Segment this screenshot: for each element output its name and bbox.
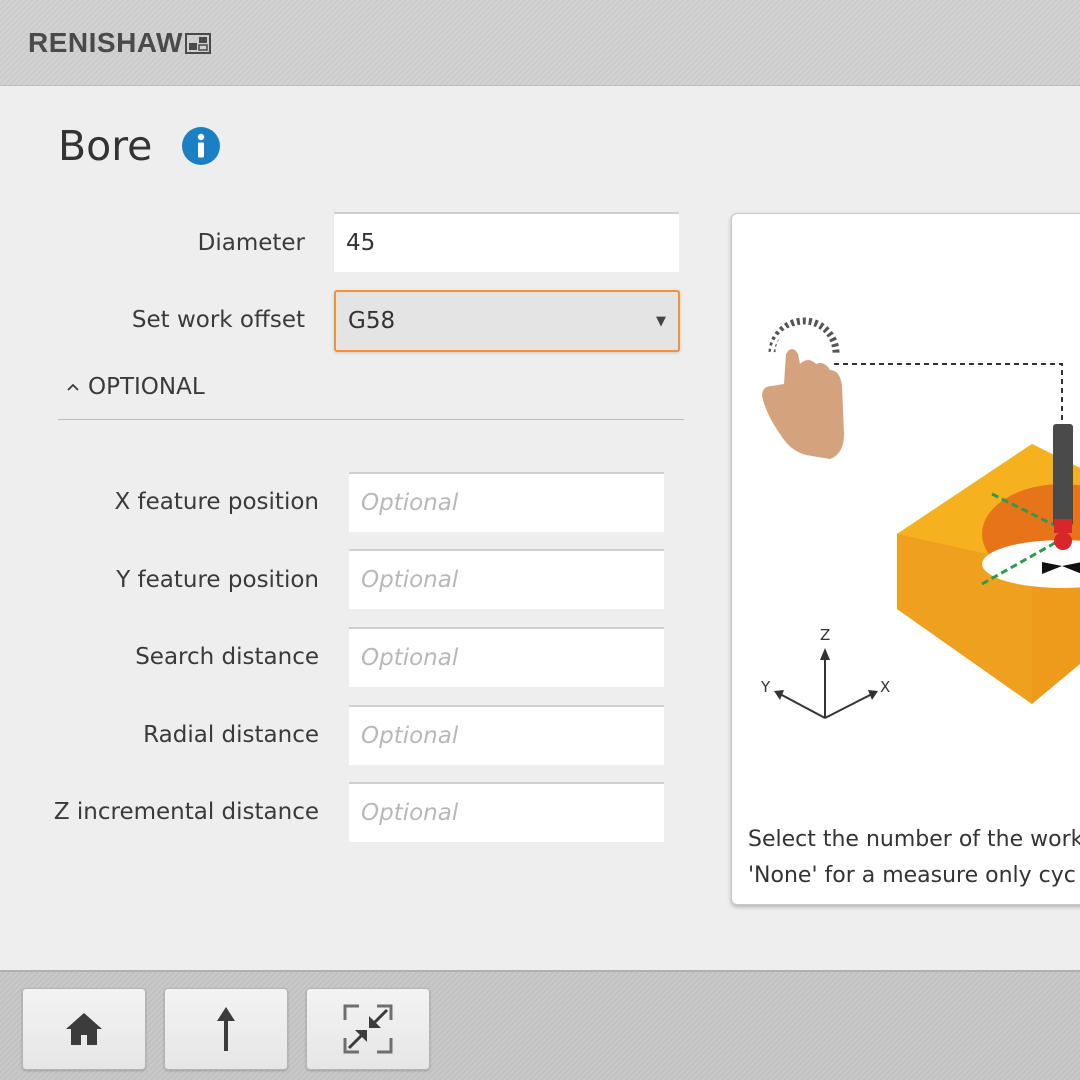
home-icon	[66, 1013, 102, 1045]
help-text: Select the number of the work 'None' for…	[748, 822, 1080, 894]
search-distance-input[interactable]	[349, 627, 664, 687]
axis-z-label: Z	[820, 626, 831, 644]
work-offset-select[interactable]: G58 ▼	[334, 290, 680, 352]
renishaw-mark-icon	[184, 33, 211, 54]
z-incremental-distance-label: Z incremental distance	[53, 799, 319, 825]
work-offset-label: Set work offset	[131, 307, 305, 333]
axis-y-label: Y	[761, 678, 771, 696]
optional-section-toggle[interactable]: OPTIONAL	[66, 374, 205, 400]
header-bar: RENISHAW	[0, 0, 1080, 86]
section-divider	[58, 419, 684, 420]
search-distance-label: Search distance	[135, 644, 319, 670]
arrow-up-icon	[217, 1007, 235, 1051]
y-feature-position-input[interactable]	[349, 549, 664, 609]
axis-x-label: X	[880, 678, 891, 696]
radial-distance-label: Radial distance	[143, 722, 319, 748]
x-feature-position-input[interactable]	[349, 472, 664, 532]
collapse-icon	[343, 1004, 393, 1054]
diameter-label: Diameter	[197, 230, 305, 256]
logo-text: RENISHAW	[28, 27, 183, 58]
touch-hand-icon	[762, 317, 844, 459]
page-title: Bore	[58, 122, 153, 170]
chevron-up-icon	[67, 383, 79, 391]
work-offset-value: G58	[348, 308, 396, 334]
dropdown-arrow-icon: ▼	[656, 313, 666, 329]
title-row: Bore	[58, 122, 221, 170]
help-text-line-1: Select the number of the work	[748, 827, 1080, 852]
info-icon[interactable]	[182, 127, 221, 165]
minimize-button[interactable]	[306, 988, 430, 1070]
renishaw-logo: RENISHAW	[28, 26, 211, 60]
illustration-panel: Z Y X Select the number of the work 'Non…	[731, 213, 1080, 905]
y-feature-position-label: Y feature position	[116, 567, 319, 593]
bottom-toolbar	[0, 970, 1080, 1080]
z-incremental-distance-input[interactable]	[349, 782, 664, 842]
x-feature-position-label: X feature position	[114, 489, 319, 515]
radial-distance-input[interactable]	[349, 705, 664, 765]
up-button[interactable]	[164, 988, 288, 1070]
home-button[interactable]	[22, 988, 146, 1070]
diameter-input[interactable]	[334, 212, 679, 272]
help-text-line-2: 'None' for a measure only cyc	[748, 863, 1076, 888]
optional-header-label: OPTIONAL	[88, 374, 205, 400]
info-glyph-icon	[198, 133, 205, 158]
